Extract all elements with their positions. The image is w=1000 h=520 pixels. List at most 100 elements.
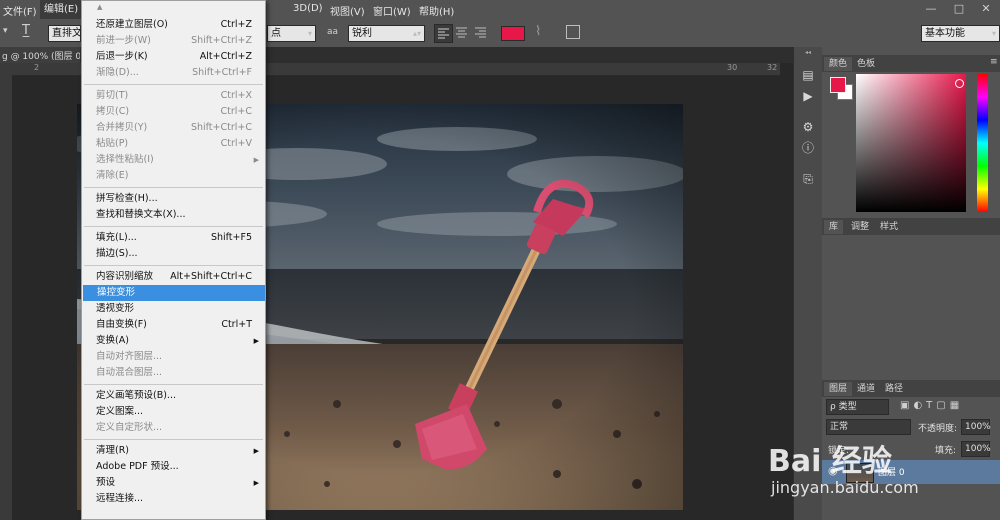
- layer-filter-icons[interactable]: ▣◐T▢▦: [900, 400, 963, 411]
- workspace-select[interactable]: 基本功能 ▾: [921, 25, 1000, 42]
- submenu-arrow-icon: ▶: [253, 337, 259, 345]
- menu-item-label: 前进一步(W): [96, 35, 151, 46]
- library-panel-tabs: 库 调整 样式: [822, 218, 1000, 235]
- menu-file[interactable]: 文件(F): [3, 3, 37, 18]
- menu-separator: [84, 265, 263, 266]
- menu-item-shortcut: Shift+Ctrl+F: [192, 67, 252, 78]
- menu-item-label: Adobe PDF 预设...: [96, 461, 179, 472]
- antialias-select[interactable]: 锐利 ▴▾: [348, 25, 425, 42]
- align-right-icon: [475, 27, 486, 38]
- menu-item-label: 定义图案...: [96, 406, 144, 417]
- menu-separator: [84, 439, 263, 440]
- menu-item[interactable]: 变换(A) ▶: [82, 333, 265, 349]
- tab-adjustments[interactable]: 调整: [846, 220, 874, 234]
- scroll-up-arrow-icon[interactable]: ▲: [97, 3, 102, 11]
- menu-item[interactable]: 描边(S)...: [82, 246, 265, 262]
- play-action-icon[interactable]: ▶: [800, 88, 816, 104]
- character-panel-icon[interactable]: [566, 25, 580, 39]
- menu-item[interactable]: 清除(E): [82, 168, 265, 184]
- menu-item[interactable]: 拼写检查(H)...: [82, 191, 265, 207]
- menu-help[interactable]: 帮助(H): [419, 3, 454, 18]
- edit-menu-dropdown: ▲ 还原建立图层(O) Ctrl+Z 前进一步(W) Shift+Ctrl+Z 后退一步…: [81, 0, 266, 520]
- panel-menu-icon[interactable]: ≡: [990, 57, 998, 67]
- menu-item[interactable]: 操控变形: [83, 285, 265, 301]
- menu-item[interactable]: 定义画笔预设(B)...: [82, 388, 265, 404]
- document-tab[interactable]: g @ 100% (图层 0: [0, 47, 82, 63]
- text-color-swatch[interactable]: [501, 26, 525, 41]
- menu-item[interactable]: 自由变换(F) Ctrl+T: [82, 317, 265, 333]
- menu-item[interactable]: 透视变形: [82, 301, 265, 317]
- info-icon[interactable]: ⓘ: [800, 140, 816, 156]
- tab-libraries[interactable]: 库: [824, 220, 844, 234]
- antialias-icon: aa: [327, 27, 339, 37]
- tool-preset-arrow-icon[interactable]: ▾: [3, 26, 8, 36]
- tab-color[interactable]: 颜色: [824, 57, 853, 71]
- paragraph-icon[interactable]: ⎘: [800, 171, 816, 187]
- menu-item[interactable]: 清理(R) ▶: [82, 443, 265, 459]
- foreground-color-swatch[interactable]: [830, 77, 846, 93]
- align-right-button[interactable]: [472, 24, 489, 41]
- menu-item-shortcut: Ctrl+T: [221, 319, 252, 330]
- color-picker-field[interactable]: [856, 74, 966, 212]
- menu-item-label: 还原建立图层(O): [96, 19, 168, 30]
- menu-item[interactable]: 合并拷贝(Y) Shift+Ctrl+C: [82, 120, 265, 136]
- tab-paths[interactable]: 路径: [880, 382, 908, 396]
- menu-item[interactable]: 还原建立图层(O) Ctrl+Z: [82, 17, 265, 33]
- properties-icon[interactable]: ⚙: [800, 119, 816, 135]
- tab-swatches[interactable]: 色板: [852, 57, 880, 71]
- menu-item[interactable]: 自动对齐图层...: [82, 349, 265, 365]
- menu-item[interactable]: 预设 ▶: [82, 475, 265, 491]
- history-icon[interactable]: ▤: [800, 67, 816, 83]
- menu-item[interactable]: 拷贝(C) Ctrl+C: [82, 104, 265, 120]
- align-left-button[interactable]: [434, 24, 453, 43]
- color-picker-cursor[interactable]: [955, 79, 964, 88]
- hue-slider[interactable]: [977, 74, 988, 212]
- menu-item[interactable]: 内容识别缩放 Alt+Shift+Ctrl+C: [82, 269, 265, 285]
- menu-item-label: 拼写检查(H)...: [96, 193, 158, 204]
- maximize-icon[interactable]: □: [950, 2, 968, 15]
- fill-input[interactable]: 100%: [961, 441, 991, 457]
- menu-item[interactable]: 定义自定形状...: [82, 420, 265, 436]
- tab-styles[interactable]: 样式: [875, 220, 903, 234]
- menu-window[interactable]: 窗口(W): [373, 3, 411, 18]
- tab-channels[interactable]: 通道: [852, 382, 880, 396]
- menu-item[interactable]: 定义图案...: [82, 404, 265, 420]
- menu-item[interactable]: 选择性粘贴(I) ▶: [82, 152, 265, 168]
- collapse-icon[interactable]: ◂◂: [805, 49, 811, 56]
- blend-mode-select[interactable]: 正常: [826, 419, 911, 435]
- blend-mode-value: 正常: [830, 422, 849, 432]
- menu-item[interactable]: 后退一步(K) Alt+Ctrl+Z: [82, 49, 265, 65]
- tool-name-field[interactable]: 直排文字工具: [48, 25, 81, 42]
- menu-item-label: 填充(L)...: [96, 232, 137, 243]
- menu-view[interactable]: 视图(V): [330, 3, 365, 18]
- menu-item[interactable]: 剪切(T) Ctrl+X: [82, 88, 265, 104]
- opacity-value: 100%: [965, 422, 991, 432]
- align-center-button[interactable]: [453, 24, 470, 41]
- opacity-input[interactable]: 100%: [961, 419, 991, 435]
- menu-item-shortcut: Alt+Shift+Ctrl+C: [170, 271, 252, 282]
- document-tab-title: g @ 100% (图层 0: [2, 52, 82, 62]
- menu-item[interactable]: 填充(L)... Shift+F5: [82, 230, 265, 246]
- menu-3d[interactable]: 3D(D): [293, 3, 323, 14]
- text-orientation-icon[interactable]: T̲: [22, 23, 38, 39]
- font-size-field[interactable]: 点 ▾: [267, 25, 316, 42]
- menu-item-label: 自动混合图层...: [96, 367, 163, 378]
- close-icon[interactable]: ✕: [977, 2, 995, 15]
- tab-layers[interactable]: 图层: [824, 382, 853, 396]
- antialias-value: 锐利: [352, 28, 372, 39]
- minimize-icon[interactable]: —: [922, 2, 940, 15]
- menu-item[interactable]: 前进一步(W) Shift+Ctrl+Z: [82, 33, 265, 49]
- menu-item[interactable]: 粘贴(P) Ctrl+V: [82, 136, 265, 152]
- menu-item-label: 远程连接...: [96, 493, 144, 504]
- menu-item[interactable]: Adobe PDF 预设...: [82, 459, 265, 475]
- layer-filter-value: ρ 类型: [830, 402, 857, 412]
- menu-edit[interactable]: 编辑(E): [40, 0, 83, 19]
- menu-item[interactable]: 渐隐(D)... Shift+Ctrl+F: [82, 65, 265, 81]
- menu-item[interactable]: 远程连接...: [82, 491, 265, 507]
- warp-text-icon[interactable]: ⌇: [535, 24, 541, 39]
- layer-filter-select[interactable]: ρ 类型: [826, 399, 889, 415]
- menu-item-shortcut: Ctrl+X: [220, 90, 252, 101]
- menu-item[interactable]: 自动混合图层...: [82, 365, 265, 381]
- menu-item-label: 清理(R): [96, 445, 130, 456]
- menu-item[interactable]: 查找和替换文本(X)...: [82, 207, 265, 223]
